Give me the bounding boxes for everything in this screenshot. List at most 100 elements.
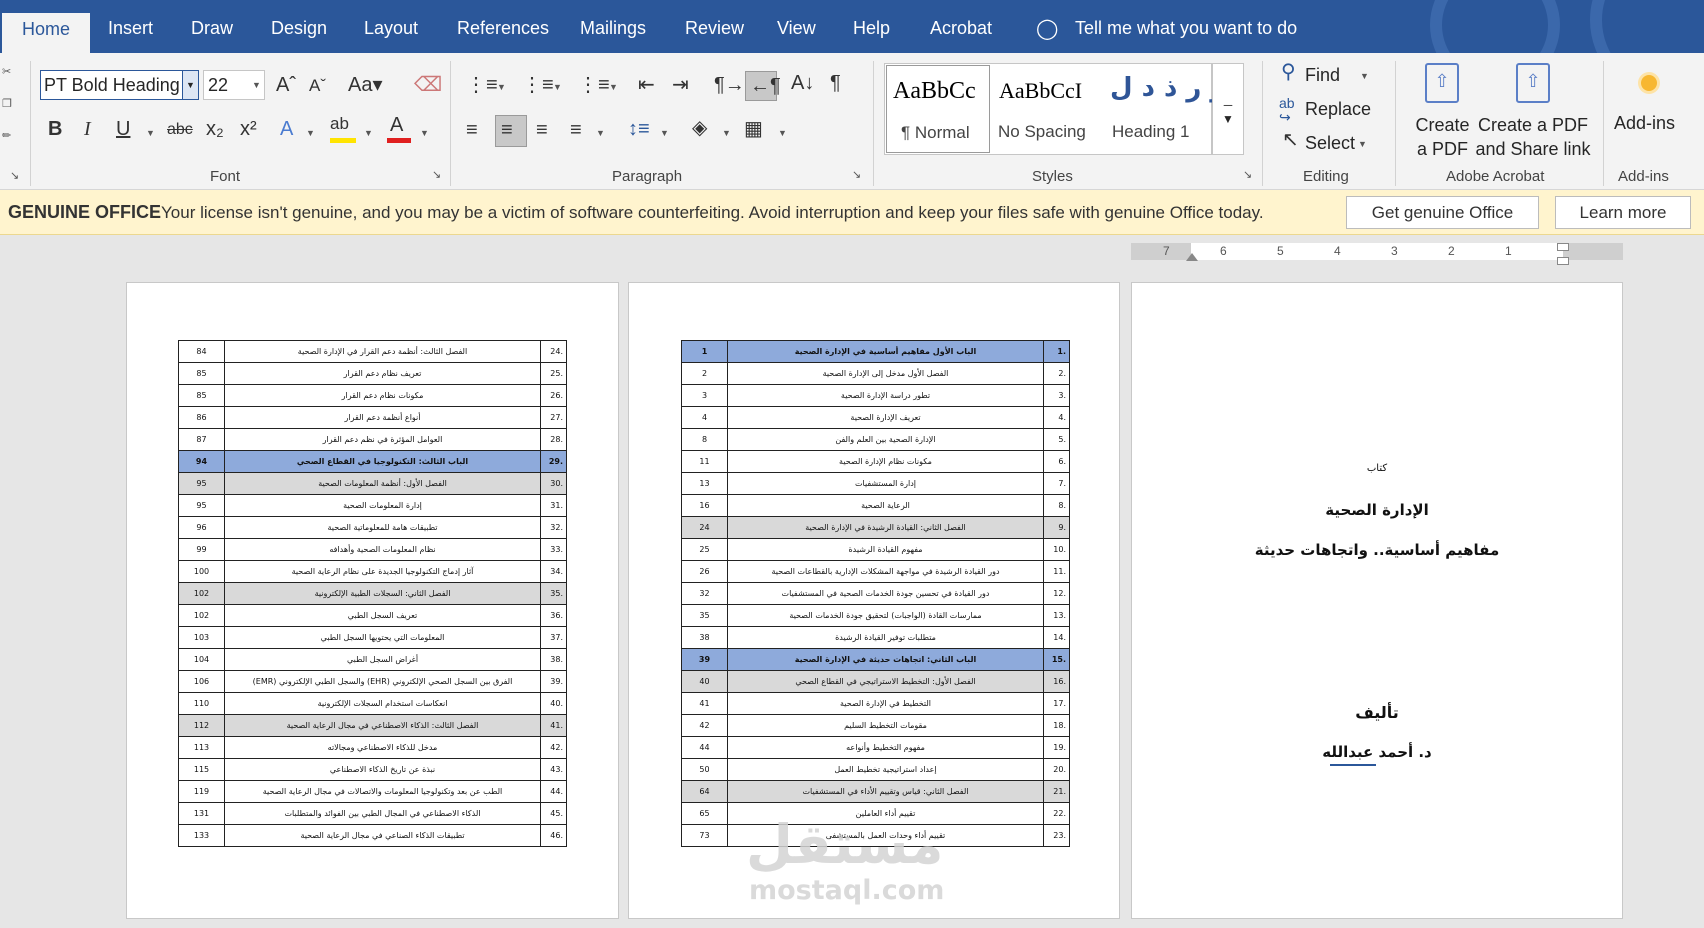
format-painter-icon[interactable]: ✏ — [2, 131, 11, 142]
clear-formatting-icon[interactable]: ⌫ — [414, 75, 442, 95]
change-case-icon[interactable]: Aa▾ — [348, 75, 383, 95]
tab-view[interactable]: View — [777, 18, 816, 39]
first-line-indent-marker[interactable] — [1557, 243, 1569, 251]
tell-me-search[interactable]: Tell me what you want to do — [1075, 18, 1297, 39]
tab-layout[interactable]: Layout — [364, 18, 418, 39]
font-name-box[interactable]: PT Bold Heading — [40, 70, 196, 100]
superscript-icon[interactable]: x² — [240, 119, 257, 139]
create-share-pdf-button[interactable]: Create a PDF and Share link — [1468, 113, 1598, 161]
find-icon[interactable]: ⚲ — [1281, 62, 1296, 82]
chevron-down-icon[interactable]: ▼ — [497, 82, 506, 92]
clipboard-launcher-icon[interactable]: ↘ — [10, 171, 19, 182]
chevron-down-icon[interactable]: ▼ — [146, 128, 155, 138]
borders-icon[interactable]: ▦ — [744, 119, 763, 139]
chevron-down-icon[interactable]: ▼ — [722, 128, 731, 138]
license-banner: GENUINE OFFICE Your license isn't genuin… — [0, 190, 1704, 235]
toc-row: 1 الباب الأول مفاهيم أساسية في الإدارة ال… — [681, 340, 1070, 363]
align-left-icon[interactable]: ≡ — [466, 120, 478, 140]
scissors-icon[interactable]: ✂ — [2, 67, 11, 78]
tab-design[interactable]: Design — [271, 18, 327, 39]
tab-help[interactable]: Help — [853, 18, 890, 39]
shrink-font-icon[interactable]: Aˇ — [309, 77, 326, 94]
tab-draw[interactable]: Draw — [191, 18, 233, 39]
toc-entry-number: .36 — [540, 604, 567, 627]
increase-indent-icon[interactable]: ⇥ — [672, 75, 689, 95]
ltr-icon[interactable]: ¶→ — [714, 75, 745, 95]
chevron-down-icon[interactable]: ▼ — [364, 128, 373, 138]
toc-row: 41 التخطيط في الإدارة الصحية .17 — [681, 692, 1070, 715]
style-preview: AaBbCc — [893, 78, 976, 104]
document-page-3[interactable]: 84 الفصل الثالث: أنظمة دعم القرار في الإد… — [126, 282, 619, 919]
numbering-icon[interactable]: ⋮≡ — [522, 75, 554, 95]
font-launcher-icon[interactable]: ↘ — [432, 170, 441, 181]
style-normal[interactable]: AaBbCc ¶ Normal — [886, 65, 990, 153]
cover-author: د. أحمد عبدالله — [1322, 743, 1432, 761]
styles-more-button[interactable]: ─ ▼ — [1212, 63, 1244, 155]
tab-home[interactable]: Home — [2, 13, 90, 53]
addins-button[interactable]: Add-ins — [1614, 113, 1675, 134]
align-right-icon[interactable]: ≡ — [536, 120, 548, 140]
chevron-down-icon[interactable]: ▼ — [252, 80, 261, 90]
left-indent-marker[interactable] — [1186, 253, 1198, 261]
select-button[interactable]: Select — [1305, 133, 1355, 154]
italic-icon[interactable]: I — [84, 119, 91, 139]
toc-row: 32 دور القيادة في تحسين جودة الخدمات الصح… — [681, 582, 1070, 605]
tab-mailings[interactable]: Mailings — [580, 18, 646, 39]
underline-icon[interactable]: U — [116, 119, 130, 139]
copy-icon[interactable]: ❐ — [2, 99, 12, 110]
chevron-down-icon[interactable]: ▼ — [420, 128, 429, 138]
get-genuine-office-button[interactable]: Get genuine Office — [1346, 196, 1539, 229]
replace-icon[interactable]: ab ↪ — [1279, 96, 1295, 124]
chevron-down-icon[interactable]: ▼ — [306, 128, 315, 138]
bold-icon[interactable]: B — [48, 119, 62, 139]
font-name-dropdown[interactable]: ▼ — [182, 70, 199, 100]
shading-icon[interactable]: ◈ — [692, 118, 707, 138]
chevron-down-icon[interactable]: ▼ — [778, 128, 787, 138]
chevron-down-icon[interactable]: ▼ — [553, 82, 562, 92]
font-color-icon[interactable]: A — [390, 115, 403, 135]
styles-launcher-icon[interactable]: ↘ — [1243, 170, 1252, 181]
tab-review[interactable]: Review — [685, 18, 744, 39]
style-no-spacing[interactable]: AaBbCcI No Spacing — [993, 65, 1099, 153]
style-heading-1[interactable]: ز ر ذ د ل Heading 1 — [1102, 65, 1225, 153]
replace-button[interactable]: Replace — [1305, 99, 1371, 120]
justify-icon[interactable]: ≡ — [570, 120, 582, 140]
tab-insert[interactable]: Insert — [108, 18, 153, 39]
tab-acrobat[interactable]: Acrobat — [930, 18, 992, 39]
toc-page-number: 2 — [681, 362, 728, 385]
text-effects-icon[interactable]: A — [280, 119, 293, 139]
highlight-icon[interactable]: ab — [330, 115, 349, 132]
select-cursor-icon[interactable]: ↖ — [1282, 130, 1299, 150]
document-page-2[interactable]: 1 الباب الأول مفاهيم أساسية في الإدارة ال… — [628, 282, 1120, 919]
find-button[interactable]: Find — [1305, 65, 1340, 86]
show-marks-icon[interactable]: ¶ — [830, 73, 841, 93]
document-page-1[interactable]: كتاب الإدارة الصحية مفاهيم أساسية.. واتج… — [1131, 282, 1623, 919]
bullets-icon[interactable]: ⋮≡ — [466, 75, 498, 95]
toc-entry-number: .40 — [540, 692, 567, 715]
toc-page-number: 13 — [681, 472, 728, 495]
chevron-down-icon[interactable]: ▼ — [609, 82, 618, 92]
chevron-down-icon[interactable]: ▼ — [596, 128, 605, 138]
chevron-down-icon[interactable]: ▼ — [1358, 139, 1367, 149]
chevron-down-icon[interactable]: ▼ — [1360, 71, 1369, 81]
decrease-indent-icon[interactable]: ⇤ — [638, 75, 655, 95]
strikethrough-icon[interactable]: abc — [167, 122, 193, 138]
toc-page-number: 110 — [178, 692, 225, 715]
tab-references[interactable]: References — [457, 18, 549, 39]
learn-more-button[interactable]: Learn more — [1555, 196, 1691, 229]
subscript-icon[interactable]: x₂ — [206, 119, 224, 139]
paragraph-launcher-icon[interactable]: ↘ — [852, 170, 861, 181]
toc-entry-title: نظام المعلومات الصحية وأهدافه — [224, 538, 541, 561]
create-pdf-line1: Create — [1415, 115, 1470, 135]
horizontal-ruler[interactable]: 7 6 5 4 3 2 1 — [1131, 243, 1623, 265]
line-spacing-icon[interactable]: ↕≡ — [628, 119, 650, 139]
multilevel-list-icon[interactable]: ⋮≡ — [578, 75, 610, 95]
chevron-down-icon[interactable]: ▼ — [660, 128, 669, 138]
right-indent-marker[interactable] — [1557, 257, 1569, 265]
sort-icon[interactable]: A↓ — [791, 73, 814, 93]
create-pdf-button[interactable]: Create a PDF — [1410, 113, 1475, 161]
grow-font-icon[interactable]: Aˆ — [276, 75, 296, 95]
toc-page-number: 106 — [178, 670, 225, 693]
toc-entry-number: .39 — [540, 670, 567, 693]
toc-row: 2 الفصل الأول مدخل إلى الإدارة الصحية .2 — [681, 362, 1070, 385]
